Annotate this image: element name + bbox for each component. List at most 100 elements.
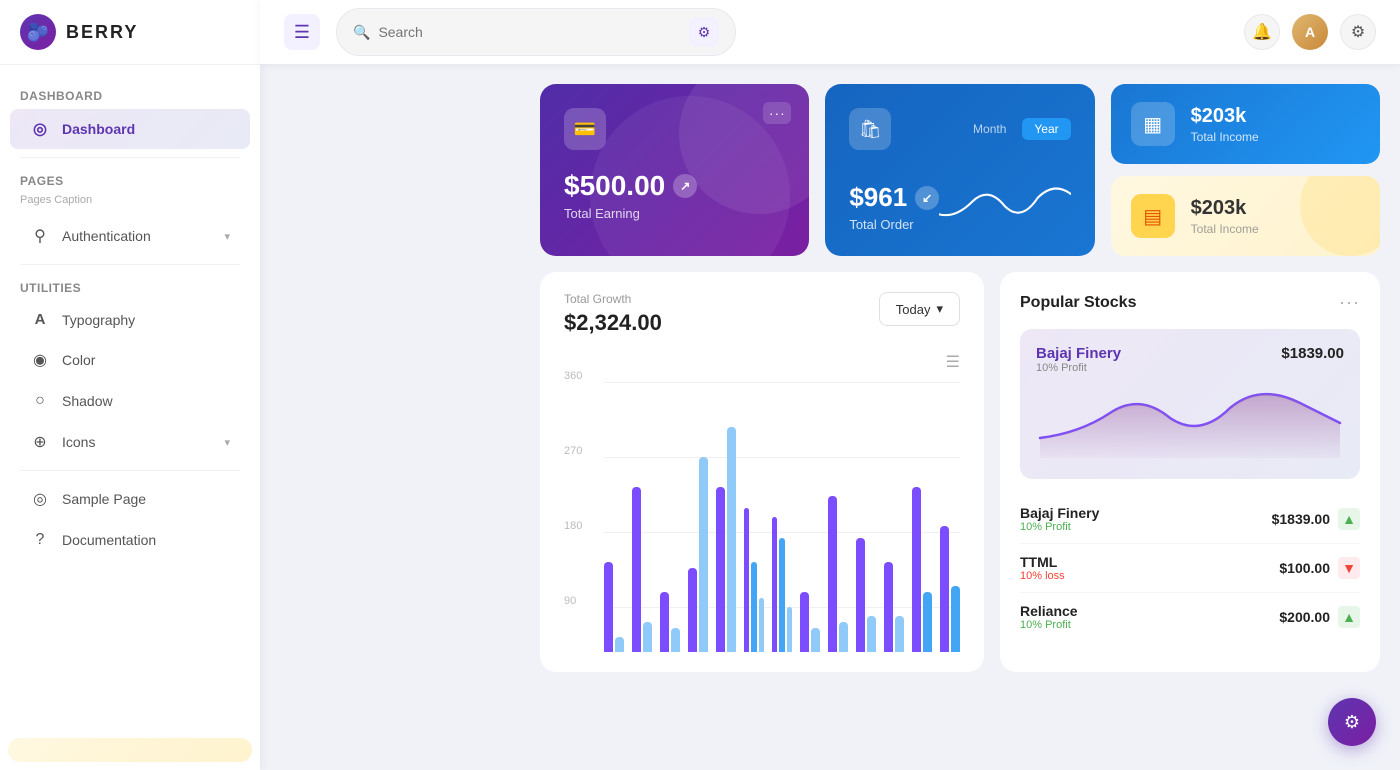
income-blue-label: Total Income [1191, 130, 1259, 144]
search-icon: 🔍 [353, 24, 370, 41]
sidebar-logo: 🫐 BERRY [0, 0, 260, 65]
divider-3 [20, 470, 240, 471]
menu-toggle-button[interactable]: ☰ [284, 14, 320, 50]
order-wave-chart [939, 172, 1070, 232]
sidebar-item-label-dashboard: Dashboard [62, 121, 135, 137]
stock-item-2-name: TTML [1020, 554, 1065, 570]
stock-list: Bajaj Finery 10% Profit $1839.00 ▲ TTML … [1020, 495, 1360, 641]
dashboard-icon: ◎ [30, 119, 50, 139]
sidebar-item-label-docs: Documentation [62, 532, 156, 548]
search-filter-icon[interactable]: ⚙ [689, 17, 719, 47]
shadow-icon: ○ [30, 392, 50, 410]
settings-button[interactable]: ⚙ [1340, 14, 1376, 50]
order-left: $961 ↙ Total Order [849, 182, 939, 232]
bar-blue-6 [751, 562, 756, 652]
featured-stock-price: $1839.00 [1281, 345, 1344, 362]
stock-item-1-trend-icon: ▲ [1338, 508, 1360, 530]
chart-filter-chevron-icon: ▾ [936, 301, 943, 317]
bar-purple-11 [884, 562, 893, 652]
order-tab-toggle: Month Year [961, 118, 1071, 140]
sidebar-item-label-typography: Typography [62, 312, 135, 328]
sidebar-item-sample-page[interactable]: ◎ Sample Page [10, 479, 250, 519]
bar-group-11 [884, 352, 904, 652]
bar-group-9 [828, 352, 848, 652]
sidebar-item-label-shadow: Shadow [62, 393, 113, 409]
sidebar-item-color[interactable]: ◉ Color [10, 340, 250, 380]
sidebar-item-dashboard[interactable]: ◎ Dashboard [10, 109, 250, 149]
bar-group-10 [856, 352, 876, 652]
earning-more-button[interactable]: ··· [763, 102, 791, 124]
stocks-more-button[interactable]: ··· [1339, 292, 1360, 313]
bar-lightblue-5 [727, 427, 736, 652]
bar-lightblue-3 [671, 628, 680, 652]
tab-month-button[interactable]: Month [961, 118, 1018, 140]
avatar[interactable]: A [1292, 14, 1328, 50]
card-earning: ··· 💳 $500.00 ↗ Total Earning [540, 84, 809, 256]
bar-purple-10 [856, 538, 865, 652]
section-subtitle-pages: Pages Caption [0, 192, 260, 214]
bars-container [604, 352, 960, 652]
earning-trend-icon: ↗ [673, 174, 697, 198]
featured-stock-chart [1036, 378, 1344, 458]
bar-group-6 [744, 352, 764, 652]
sidebar-item-typography[interactable]: A Typography [10, 301, 250, 338]
featured-stock-left: Bajaj Finery 10% Profit [1036, 345, 1121, 374]
tab-year-button[interactable]: Year [1022, 118, 1070, 140]
stock-item-3: Reliance 10% Profit $200.00 ▲ [1020, 593, 1360, 641]
order-label: Total Order [849, 217, 939, 232]
notification-button[interactable]: 🔔 [1244, 14, 1280, 50]
y-label-180: 180 [564, 520, 582, 532]
color-icon: ◉ [30, 350, 50, 370]
search-input[interactable] [378, 24, 681, 40]
chart-filter-label: Today [896, 302, 931, 317]
featured-stock-profit: 10% Profit [1036, 362, 1121, 374]
sample-page-icon: ◎ [30, 489, 50, 509]
y-label-270: 270 [564, 445, 582, 457]
sidebar-item-documentation[interactable]: ? Documentation [10, 521, 250, 559]
chart-filter-button[interactable]: Today ▾ [879, 292, 960, 326]
bar-group-1 [604, 352, 624, 652]
fab-button[interactable]: ⚙ [1328, 698, 1376, 746]
chart-amount: $2,324.00 [564, 310, 662, 336]
fab-icon: ⚙ [1344, 712, 1360, 733]
income-yellow-label: Total Income [1191, 222, 1259, 236]
card-income-yellow: ▤ $203k Total Income [1111, 176, 1380, 256]
sidebar-item-label-auth: Authentication [62, 228, 151, 244]
bar-purple-4 [688, 568, 697, 652]
sidebar-item-authentication[interactable]: ⚲ Authentication ▾ [10, 216, 250, 256]
bar-blue-12 [923, 592, 932, 652]
main-content: ··· 💳 $500.00 ↗ Total Earning 🛍 Month Ye… [520, 64, 1400, 770]
order-card-icon: 🛍 [849, 108, 891, 150]
bar-purple-2 [632, 487, 641, 652]
earning-amount: $500.00 ↗ [564, 170, 785, 202]
bar-group-3 [660, 352, 680, 652]
stock-item-1-right: $1839.00 ▲ [1272, 508, 1360, 530]
bar-lightblue-2 [643, 622, 652, 652]
bar-group-12 [912, 352, 932, 652]
header: ☰ 🔍 ⚙ 🔔 A ⚙ [260, 0, 1400, 64]
featured-stock-name: Bajaj Finery [1036, 345, 1121, 362]
order-amount-value: $961 [849, 182, 907, 213]
stock-item-2-price: $100.00 [1279, 560, 1330, 576]
bar-lightblue-1 [615, 637, 624, 652]
stock-item-3-right: $200.00 ▲ [1279, 606, 1360, 628]
section-title-utilities: Utilities [0, 273, 260, 299]
bar-purple-6 [744, 508, 749, 652]
sidebar-item-shadow[interactable]: ○ Shadow [10, 382, 250, 420]
earning-label: Total Earning [564, 206, 785, 221]
bar-purple-7 [772, 517, 777, 652]
logo-icon: 🫐 [20, 14, 56, 50]
bar-purple-8 [800, 592, 809, 652]
income-yellow-text: $203k Total Income [1191, 197, 1259, 236]
bar-group-4 [688, 352, 708, 652]
typography-icon: A [30, 311, 50, 328]
stocks-card: Popular Stocks ··· Bajaj Finery 10% Prof… [1000, 272, 1380, 672]
chart-header: Total Growth $2,324.00 Today ▾ [564, 292, 960, 336]
card-income-blue: ▦ $203k Total Income [1111, 84, 1380, 164]
sidebar-item-icons[interactable]: ⊕ Icons ▾ [10, 422, 250, 462]
featured-stock-header: Bajaj Finery 10% Profit $1839.00 [1036, 345, 1344, 374]
y-label-90: 90 [564, 595, 576, 607]
featured-stock-card: Bajaj Finery 10% Profit $1839.00 [1020, 329, 1360, 479]
header-actions: 🔔 A ⚙ [1244, 14, 1376, 50]
divider-2 [20, 264, 240, 265]
